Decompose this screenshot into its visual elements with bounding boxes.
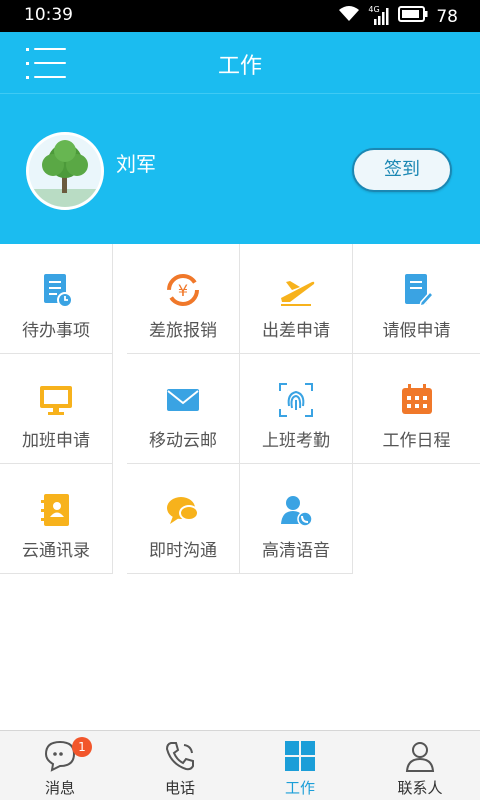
tab-label: 工作 [284,779,315,797]
page-title: 工作 [217,54,262,79]
app-label: 工作日程 [382,431,451,451]
app-todo[interactable]: 待办事项 [0,244,113,354]
status-icons: 4G 78 [338,5,458,28]
app-label: 即时沟通 [149,541,217,561]
unread-badge: 1 [72,737,92,757]
app-overtime[interactable]: 加班申请 [0,354,113,464]
signal-icon: 4G [368,5,390,27]
sign-in-button[interactable]: 签到 [352,148,452,192]
svg-text:¥: ¥ [178,281,188,300]
app-label: 上班考勤 [262,431,330,451]
wifi-icon [338,5,360,28]
app-business-trip[interactable]: 出差申请 [240,244,353,354]
battery-level: 78 [436,6,458,27]
status-time: 10:39 [24,5,73,25]
tab-work[interactable]: 工作 [240,731,360,800]
app-label: 加班申请 [22,431,90,451]
app-hd-voice[interactable]: 高清语音 [240,464,353,574]
profile-section: 刘军 签到 [0,94,480,244]
expense-icon: ¥ [165,272,201,308]
app-label: 待办事项 [22,321,90,341]
app-schedule[interactable]: 工作日程 [353,354,480,464]
app-label: 出差申请 [262,321,330,341]
voice-call-icon [278,492,314,528]
tab-label: 电话 [164,779,195,797]
work-grid-icon [283,739,317,773]
tab-phone[interactable]: 电话 [120,731,240,800]
fingerprint-icon [278,382,314,418]
tab-label: 消息 [44,779,75,797]
app-leave[interactable]: 请假申请 [353,244,480,354]
user-name: 刘军 [116,152,156,176]
phone-icon [163,739,197,773]
overtime-icon [38,382,74,418]
app-header: 工作 [0,32,480,94]
app-expense[interactable]: ¥ 差旅报销 [127,244,240,354]
app-mobile-mail[interactable]: 移动云邮 [127,354,240,464]
tab-contacts[interactable]: 联系人 [360,731,480,800]
mail-icon [165,382,201,418]
app-label: 请假申请 [382,321,451,341]
app-label: 高清语音 [262,541,330,561]
app-instant-chat[interactable]: 即时沟通 [127,464,240,574]
leave-icon [399,272,435,308]
tab-label: 联系人 [397,779,443,797]
app-contacts-book[interactable]: 云通讯录 [0,464,113,574]
contacts-icon [403,739,437,773]
chat-icon [165,492,201,528]
plane-icon [278,272,315,308]
tab-messages[interactable]: 1 消息 [0,731,120,800]
status-bar: 10:39 4G 78 [0,0,480,32]
contacts-book-icon [38,492,74,528]
app-attendance[interactable]: 上班考勤 [240,354,353,464]
bottom-tab-bar: 1 消息 电话 工作 联系人 [0,730,480,800]
battery-icon [398,6,428,27]
todo-icon [38,272,74,308]
app-label: 移动云邮 [149,431,217,451]
calendar-icon [399,382,435,418]
app-label: 云通讯录 [22,541,90,561]
avatar[interactable] [26,132,104,210]
tree-avatar [29,135,101,207]
app-label: 差旅报销 [149,321,217,341]
